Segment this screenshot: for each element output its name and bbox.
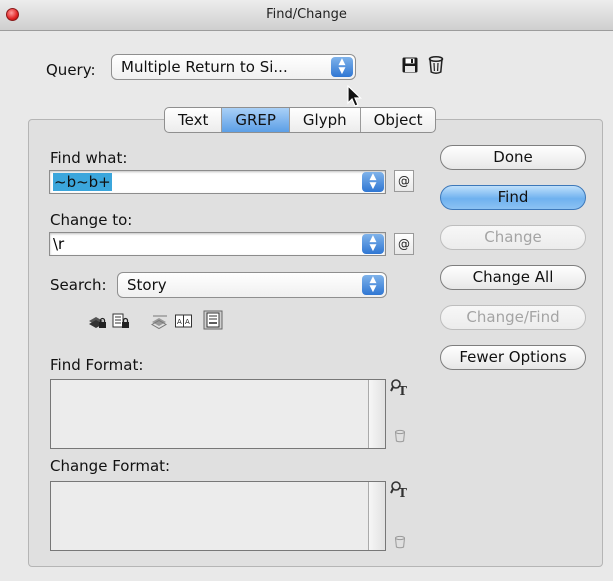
svg-text:T: T xyxy=(398,384,407,398)
search-scope-dropdown[interactable]: Story ▲ ▼ xyxy=(117,272,387,298)
special-characters-change-button[interactable]: @ xyxy=(394,233,414,255)
query-label: Query: xyxy=(46,61,96,79)
chevron-updown-icon: ▲ ▼ xyxy=(331,57,353,77)
search-label: Search: xyxy=(50,276,107,294)
chevron-updown-icon: ▲ ▼ xyxy=(362,275,384,295)
delete-query-icon[interactable] xyxy=(428,55,444,75)
tab-object[interactable]: Object xyxy=(361,108,436,132)
tab-glyph[interactable]: Glyph xyxy=(290,108,361,132)
find-change-window: Find/Change Query: Multiple Return to Si… xyxy=(0,0,613,581)
tab-text[interactable]: Text xyxy=(165,108,223,132)
find-what-field[interactable]: ~b~b+ ▲ ▼ xyxy=(49,170,386,194)
clear-format-icon[interactable] xyxy=(394,429,406,443)
special-characters-find-button[interactable]: @ xyxy=(394,170,414,192)
change-button[interactable]: Change xyxy=(440,225,586,250)
change-to-field[interactable]: \r ▲ ▼ xyxy=(49,232,386,256)
svg-text:A: A xyxy=(185,318,190,326)
chevron-updown-icon[interactable]: ▲ ▼ xyxy=(362,172,384,192)
search-scope-value: Story xyxy=(127,276,167,294)
change-find-button[interactable]: Change/Find xyxy=(440,305,586,330)
svg-text:A: A xyxy=(177,318,182,326)
specify-format-icon[interactable]: T xyxy=(390,378,410,398)
include-locked-stories-icon[interactable] xyxy=(111,312,131,330)
mode-tabs: Text GREP Glyph Object xyxy=(164,107,437,133)
find-format-box[interactable] xyxy=(50,379,386,449)
svg-text:T: T xyxy=(398,486,407,500)
include-master-pages-icon[interactable]: A A xyxy=(174,312,194,330)
change-to-label: Change to: xyxy=(50,211,133,229)
include-locked-layers-icon[interactable] xyxy=(87,312,107,330)
save-query-icon[interactable] xyxy=(401,56,419,74)
done-button[interactable]: Done xyxy=(440,145,586,170)
pointer-cursor-icon xyxy=(347,85,362,107)
find-what-label: Find what: xyxy=(50,149,128,167)
change-format-box[interactable] xyxy=(50,481,386,551)
find-button[interactable]: Find xyxy=(440,185,586,210)
find-what-value: ~b~b+ xyxy=(53,173,112,191)
chevron-updown-icon[interactable]: ▲ ▼ xyxy=(362,234,384,254)
change-all-button[interactable]: Change All xyxy=(440,265,586,290)
fewer-options-button[interactable]: Fewer Options xyxy=(440,345,586,370)
title-bar: Find/Change xyxy=(0,0,613,31)
change-to-value: \r xyxy=(53,235,65,253)
clear-format-icon[interactable] xyxy=(394,535,406,549)
query-dropdown[interactable]: Multiple Return to Si... ▲ ▼ xyxy=(111,54,356,80)
find-format-label: Find Format: xyxy=(50,356,144,374)
change-format-scrollbar[interactable] xyxy=(368,482,385,550)
window-title: Find/Change xyxy=(266,7,347,22)
change-format-label: Change Format: xyxy=(50,457,171,475)
tab-grep[interactable]: GREP xyxy=(222,108,290,132)
find-format-scrollbar[interactable] xyxy=(368,380,385,448)
include-hidden-layers-icon[interactable] xyxy=(150,312,170,330)
include-footnotes-icon[interactable] xyxy=(203,310,223,330)
query-dropdown-value: Multiple Return to Si... xyxy=(121,58,288,76)
specify-format-icon[interactable]: T xyxy=(390,480,410,500)
